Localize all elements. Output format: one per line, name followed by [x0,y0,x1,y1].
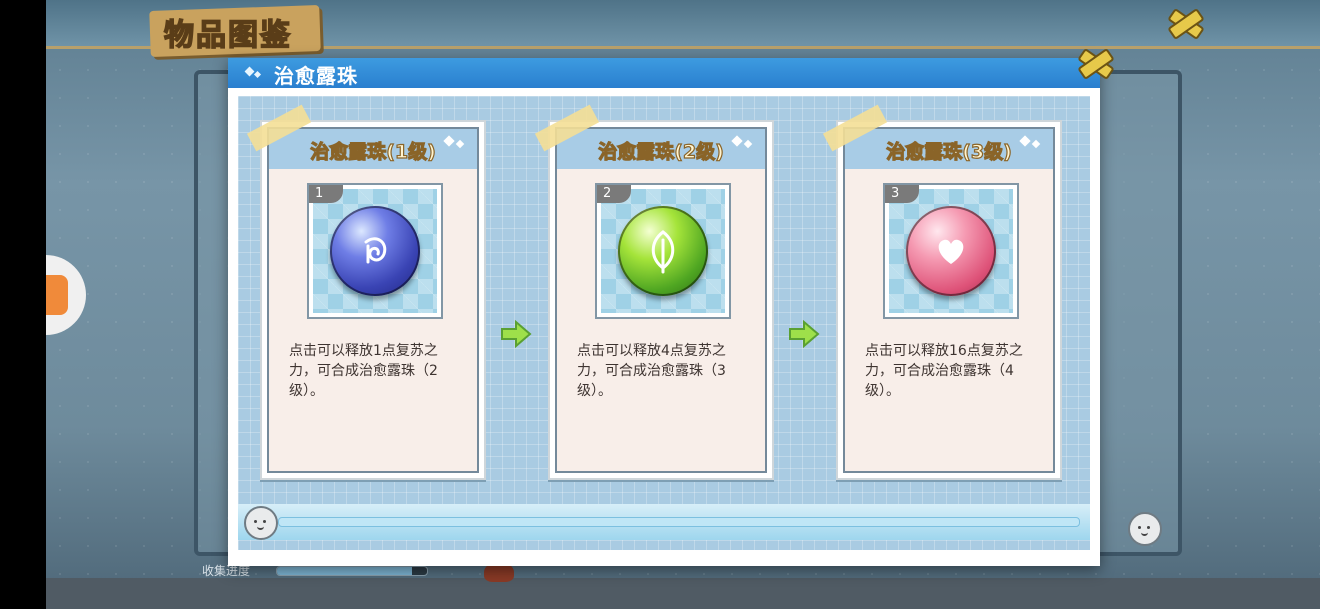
collection-progress-bar [276,566,428,576]
item-number-badge: 2 [597,185,631,203]
item-number-badge: 1 [309,185,343,203]
bookmark-icon [46,275,68,315]
leaf-icon [651,230,675,274]
diamond-icon [246,66,260,80]
diamond-icon [1021,135,1043,149]
decorative-cross-icon [1166,4,1202,40]
item-description: 点击可以释放16点复苏之力，可合成治愈露珠（4级）。 [865,343,1023,399]
item-number-badge: 3 [885,185,919,203]
diamond-icon [733,135,755,149]
bottom-strip [46,578,1320,609]
left-black-bar [0,0,46,609]
cross-close-icon[interactable] [1076,44,1112,80]
card-inner: 治愈露珠(1级) 1 点击可以释放1点复苏之力，可合成治愈露珠（2级）。 [267,127,479,473]
dialog-title: 治愈露珠 [274,64,358,88]
item-detail-dialog: 治愈露珠 治愈露珠(1级) 1 点击可以释放1点复苏之力，可合成治愈露珠（2级）… [228,58,1100,566]
item-image-frame[interactable]: 2 [595,183,731,319]
item-image-frame[interactable]: 1 [307,183,443,319]
dialog-bottom-bar [238,504,1090,540]
diamond-icon [445,135,467,149]
item-image-background [889,189,1013,313]
green-dew-orb-icon [618,206,708,296]
bottom-bar-track [278,517,1080,527]
card-header: 治愈露珠(3级) [845,129,1053,169]
item-card-level-3: 治愈露珠(3级) 3 点击可以释放16点复苏之力，可合成治愈露珠（4级）。 [822,104,1062,480]
item-card-level-1: 治愈露珠(1级) 1 点击可以释放1点复苏之力，可合成治愈露珠（2级）。 [246,104,486,480]
item-image-background [601,189,725,313]
item-image-background [313,189,437,313]
card-header: 治愈露珠(2级) [557,129,765,169]
dialog-header: 治愈露珠 [228,58,1100,88]
card-header: 治愈露珠(1级) [269,129,477,169]
card-inner: 治愈露珠(3级) 3 点击可以释放16点复苏之力，可合成治愈露珠（4级）。 [843,127,1055,473]
item-description: 点击可以释放4点复苏之力，可合成治愈露珠（3级）。 [577,343,726,399]
page-title: 物品图鉴 [163,17,292,54]
blue-dew-orb-icon [330,206,420,296]
arrow-right-icon [789,320,820,348]
swirl-icon [364,237,387,264]
arrow-right-icon [501,320,532,348]
smile-face-icon [244,506,278,540]
smile-face-icon [1128,512,1162,546]
heart-icon [938,239,964,264]
collection-progress-fill [277,567,412,575]
item-card-level-2: 治愈露珠(2级) 2 点击可以释放4点复苏之力，可合成治愈露珠（3级）。 [534,104,774,480]
card-inner: 治愈露珠(2级) 2 点击可以释放4点复苏之力，可合成治愈露珠（3级）。 [555,127,767,473]
item-description: 点击可以释放1点复苏之力，可合成治愈露珠（2级）。 [289,343,438,399]
dialog-body: 治愈露珠(1级) 1 点击可以释放1点复苏之力，可合成治愈露珠（2级）。 治愈露… [238,96,1090,550]
pink-dew-orb-icon [906,206,996,296]
item-image-frame[interactable]: 3 [883,183,1019,319]
